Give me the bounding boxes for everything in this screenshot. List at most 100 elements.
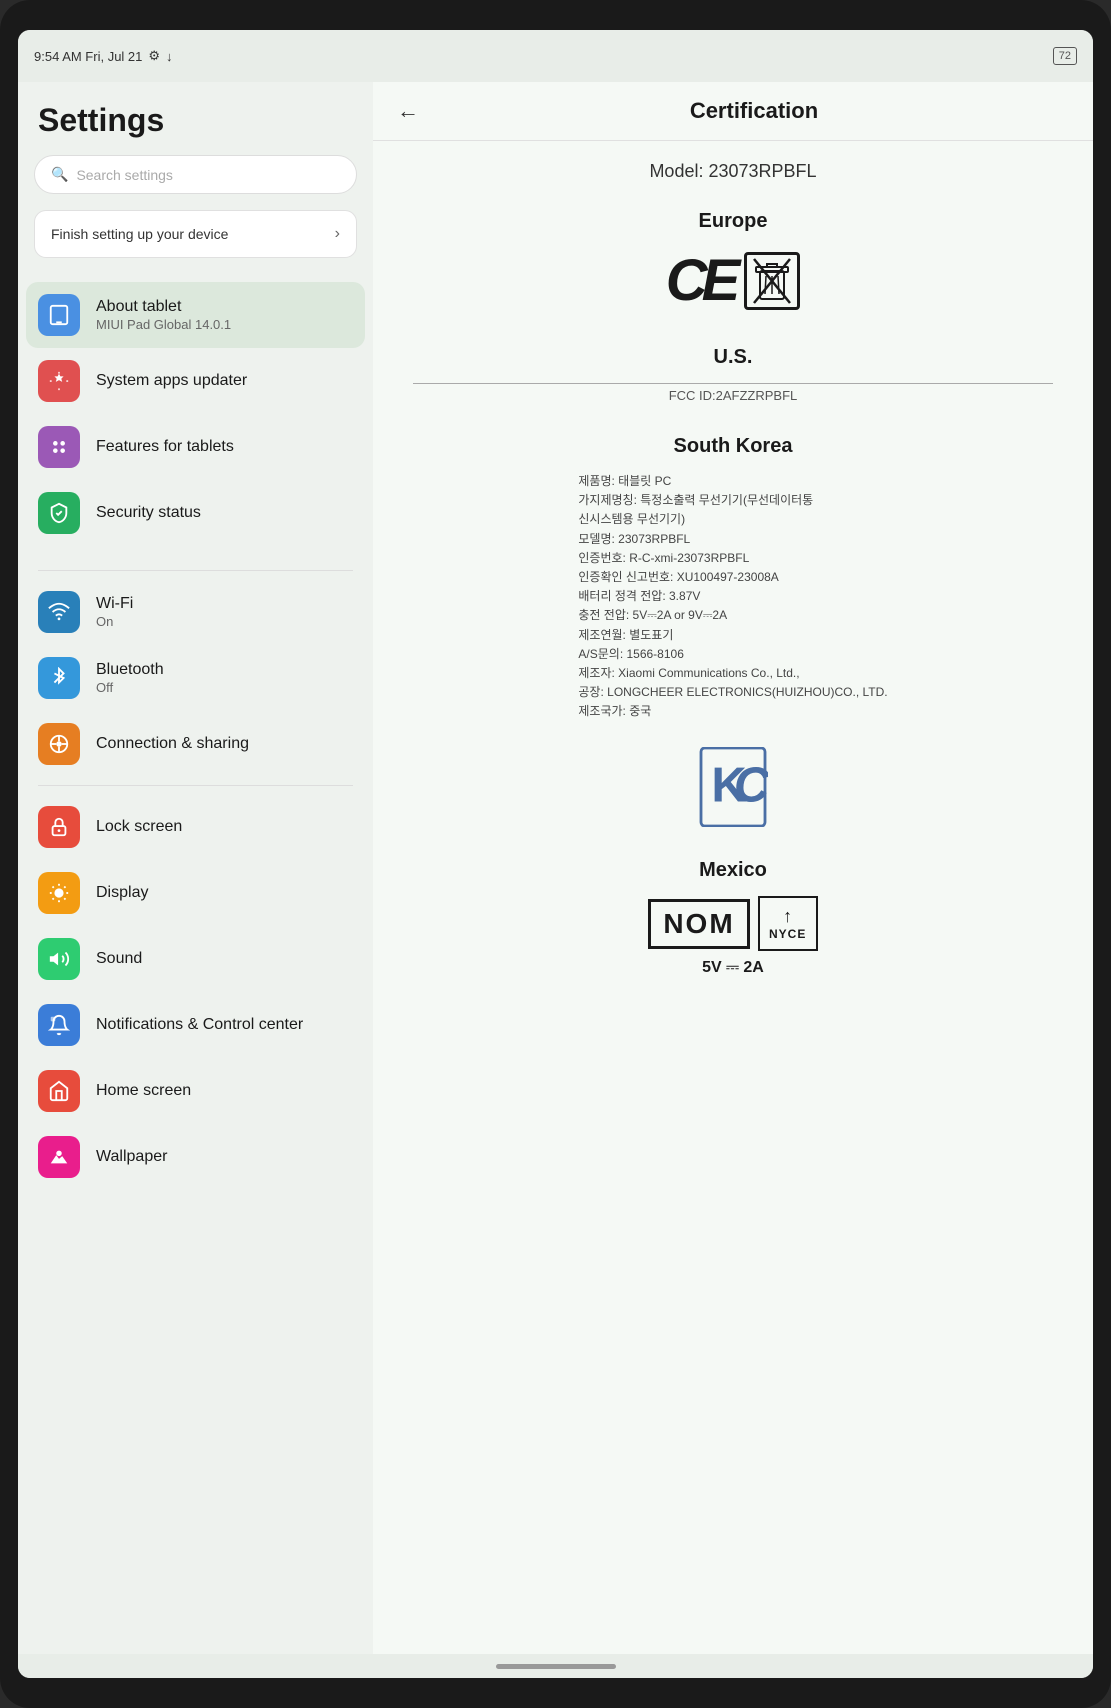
- cert-europe-logos: CE: [413, 247, 1053, 314]
- about-tablet-label: About tablet: [96, 298, 353, 316]
- screen: 9:54 AM Fri, Jul 21 ⚙ ↓ 72 Settings 🔍 Se…: [18, 30, 1093, 1678]
- cert-us-section: U.S. FCC ID:2AFZZRPBFL: [413, 346, 1053, 403]
- connection-text: Connection & sharing: [96, 735, 353, 753]
- sidebar-item-home-screen[interactable]: Home screen: [18, 1058, 373, 1124]
- sidebar-item-bluetooth[interactable]: Bluetooth Off: [18, 645, 373, 711]
- notifications-label: Notifications & Control center: [96, 1016, 353, 1034]
- settings-icon: ⚙: [148, 48, 160, 64]
- status-right: 72: [1053, 47, 1077, 65]
- nav-pill: [496, 1664, 616, 1669]
- cert-korea-section: South Korea 제품명: 태블릿 PC 가지제명칭: 특정소출력 무선기…: [413, 435, 1053, 827]
- sidebar-item-lock-screen[interactable]: Lock screen: [18, 794, 373, 860]
- wifi-icon: [38, 591, 80, 633]
- sound-label: Sound: [96, 950, 353, 968]
- back-button[interactable]: ←: [397, 98, 419, 124]
- power-spec: 5V ⎓ 2A: [413, 959, 1053, 977]
- connection-icon: [38, 723, 80, 765]
- cert-model: Model: 23073RPBFL: [413, 161, 1053, 182]
- battery-indicator: 72: [1053, 47, 1077, 65]
- sidebar-item-wifi[interactable]: Wi-Fi On: [18, 579, 373, 645]
- tablet-icon: [38, 294, 80, 336]
- about-tablet-sublabel: MIUI Pad Global 14.0.1: [96, 317, 353, 332]
- bluetooth-sublabel: Off: [96, 680, 353, 695]
- lock-screen-label: Lock screen: [96, 818, 353, 836]
- divider-1: [38, 570, 353, 571]
- ce-mark: CE: [666, 247, 735, 314]
- content-title: Certification: [439, 98, 1069, 124]
- sidebar-item-display[interactable]: Display: [18, 860, 373, 926]
- search-box[interactable]: 🔍 Search settings: [34, 155, 357, 194]
- sidebar-item-security[interactable]: Security status: [18, 480, 373, 546]
- sidebar-item-system-apps[interactable]: System apps updater: [18, 348, 373, 414]
- fcc-id: FCC ID:2AFZZRPBFL: [413, 383, 1053, 403]
- wallpaper-text: Wallpaper: [96, 1148, 353, 1166]
- weee-mark: [744, 252, 800, 310]
- wallpaper-icon: [38, 1136, 80, 1178]
- korea-details: 제품명: 태블릿 PC 가지제명칭: 특정소출력 무선기기(무선데이터통 신시스…: [578, 472, 887, 737]
- display-icon: [38, 872, 80, 914]
- setup-banner[interactable]: Finish setting up your device ›: [34, 210, 357, 258]
- display-label: Display: [96, 884, 353, 902]
- wifi-label: Wi-Fi: [96, 595, 353, 613]
- sound-icon: [38, 938, 80, 980]
- svg-text:C: C: [734, 759, 768, 813]
- bluetooth-text: Bluetooth Off: [96, 661, 353, 695]
- system-apps-label: System apps updater: [96, 372, 353, 390]
- cert-korea-label: South Korea: [413, 435, 1053, 458]
- wifi-sublabel: On: [96, 614, 353, 629]
- sidebar-item-sound[interactable]: Sound: [18, 926, 373, 992]
- cert-mexico-label: Mexico: [413, 859, 1053, 882]
- sidebar-title: Settings: [18, 102, 373, 155]
- sidebar-section-top: About tablet MIUI Pad Global 14.0.1 Syst…: [18, 282, 373, 562]
- features-label: Features for tablets: [96, 438, 353, 456]
- bottom-nav-bar: [18, 1654, 1093, 1678]
- security-text: Security status: [96, 504, 353, 522]
- features-icon: [38, 426, 80, 468]
- status-time: 9:54 AM Fri, Jul 21 ⚙ ↓: [34, 48, 173, 64]
- bluetooth-label: Bluetooth: [96, 661, 353, 679]
- connection-label: Connection & sharing: [96, 735, 353, 753]
- cert-us-label: U.S.: [413, 346, 1053, 369]
- cert-europe-section: Europe CE: [413, 210, 1053, 314]
- sidebar-item-features[interactable]: Features for tablets: [18, 414, 373, 480]
- kc-mark: K C: [698, 747, 768, 827]
- search-icon: 🔍: [51, 166, 68, 183]
- device-frame: 9:54 AM Fri, Jul 21 ⚙ ↓ 72 Settings 🔍 Se…: [0, 0, 1111, 1708]
- sidebar-item-notifications[interactable]: Notifications & Control center: [18, 992, 373, 1058]
- system-apps-text: System apps updater: [96, 372, 353, 390]
- battery-level: 72: [1059, 50, 1071, 62]
- cert-mexico-section: Mexico NOM ↑ NYCE 5V ⎓ 2A: [413, 859, 1053, 977]
- lock-screen-text: Lock screen: [96, 818, 353, 836]
- notifications-text: Notifications & Control center: [96, 1016, 353, 1034]
- home-screen-text: Home screen: [96, 1082, 353, 1100]
- cert-europe-label: Europe: [413, 210, 1053, 233]
- download-icon: ↓: [166, 49, 173, 64]
- content-panel: ← Certification Model: 23073RPBFL Europe…: [373, 82, 1093, 1654]
- time-display: 9:54 AM Fri, Jul 21: [34, 49, 142, 64]
- nom-logos: NOM ↑ NYCE: [413, 896, 1053, 951]
- sidebar-item-wallpaper[interactable]: Wallpaper: [18, 1124, 373, 1190]
- sidebar-item-about-tablet[interactable]: About tablet MIUI Pad Global 14.0.1: [26, 282, 365, 348]
- korea-text-details: 제품명: 태블릿 PC 가지제명칭: 특정소출력 무선기기(무선데이터통 신시스…: [578, 472, 887, 721]
- security-label: Security status: [96, 504, 353, 522]
- bluetooth-icon: [38, 657, 80, 699]
- lock-icon: [38, 806, 80, 848]
- content-header: ← Certification: [373, 82, 1093, 141]
- main-content: Settings 🔍 Search settings Finish settin…: [18, 82, 1093, 1654]
- home-screen-label: Home screen: [96, 1082, 353, 1100]
- about-tablet-text: About tablet MIUI Pad Global 14.0.1: [96, 298, 353, 332]
- sidebar-item-connection[interactable]: Connection & sharing: [18, 711, 373, 777]
- display-text: Display: [96, 884, 353, 902]
- nom-mark: NOM: [648, 899, 749, 949]
- divider-2: [38, 785, 353, 786]
- notifications-icon: [38, 1004, 80, 1046]
- chevron-right-icon: ›: [335, 225, 340, 243]
- wallpaper-label: Wallpaper: [96, 1148, 353, 1166]
- wifi-text: Wi-Fi On: [96, 595, 353, 629]
- nyce-mark: ↑ NYCE: [758, 896, 818, 951]
- security-icon: [38, 492, 80, 534]
- sidebar: Settings 🔍 Search settings Finish settin…: [18, 82, 373, 1654]
- features-text: Features for tablets: [96, 438, 353, 456]
- sound-text: Sound: [96, 950, 353, 968]
- kc-logo-wrap: K C: [413, 747, 1053, 827]
